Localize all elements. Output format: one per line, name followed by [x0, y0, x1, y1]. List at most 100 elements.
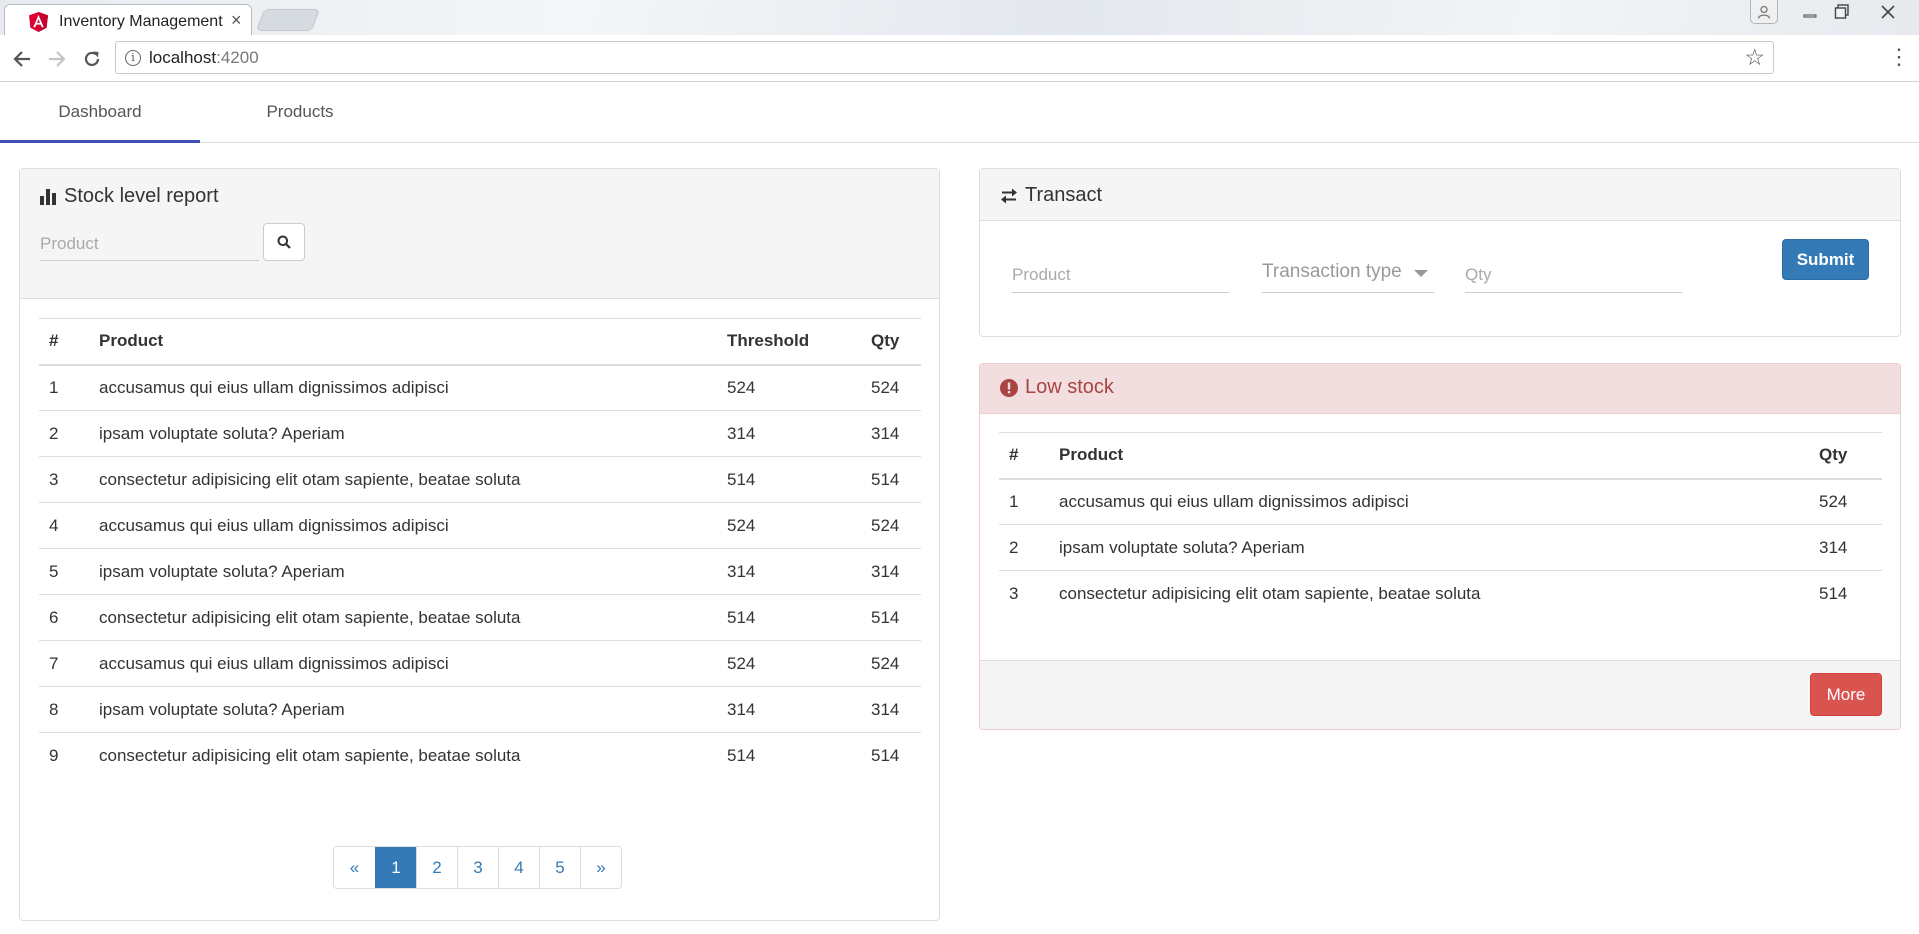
row-num: 6 [39, 594, 89, 641]
minimize-icon[interactable] [1795, 0, 1825, 24]
row-qty: 514 [861, 732, 921, 779]
page-next[interactable]: » [580, 847, 621, 888]
column-header-product: Product [89, 318, 717, 366]
table-row: 6 consectetur adipisicing elit otam sapi… [39, 594, 921, 641]
forward-arrow-icon[interactable] [43, 45, 71, 73]
browser-tabstrip: Inventory Management × [0, 0, 1919, 36]
search-icon [277, 235, 291, 249]
row-qty: 514 [861, 594, 921, 641]
row-num: 1 [49, 377, 59, 397]
more-button[interactable]: More [1810, 673, 1882, 716]
table-row: 4 accusamus qui eius ullam dignissimos a… [39, 502, 921, 549]
column-header-num: # [39, 318, 89, 366]
column-header-threshold: Threshold [717, 318, 861, 366]
row-threshold: 314 [717, 548, 861, 595]
restore-icon[interactable] [1827, 0, 1857, 24]
row-num: 9 [39, 732, 89, 779]
close-icon[interactable]: × [231, 10, 242, 31]
page-1[interactable]: 1 [375, 847, 416, 888]
transfer-icon [1001, 188, 1017, 203]
submit-button[interactable]: Submit [1782, 239, 1869, 280]
table-row: 1 accusamus qui eius ullam dignissimos a… [999, 479, 1882, 525]
transact-product-input[interactable] [1012, 257, 1229, 293]
app-nav: Dashboard Products [0, 83, 1919, 143]
row-num: 2 [999, 524, 1049, 571]
row-threshold: 314 [717, 410, 861, 457]
window-close-icon[interactable] [1870, 0, 1906, 24]
column-header-qty: Qty [861, 318, 921, 366]
bookmark-star-icon[interactable]: ☆ [1744, 44, 1765, 71]
row-product: ipsam voluptate soluta? Aperiam [1049, 524, 1809, 571]
table-row: 1 accusamus qui eius ullam dignissimos a… [39, 365, 921, 411]
row-qty: 514 [861, 456, 921, 503]
back-arrow-icon[interactable] [8, 45, 36, 73]
new-tab-button[interactable] [255, 9, 321, 31]
row-qty: 314 [861, 410, 921, 457]
profile-icon[interactable] [1750, 0, 1778, 24]
browser-tab[interactable]: Inventory Management × [4, 4, 252, 36]
page-5[interactable]: 5 [539, 847, 580, 888]
transact-panel-title-text: Transact [1025, 184, 1103, 206]
table-row: 2 ipsam voluptate soluta? Aperiam 314 31… [39, 410, 921, 457]
row-threshold: 514 [717, 456, 861, 503]
row-product: ipsam voluptate soluta? Aperiam [89, 410, 717, 457]
row-qty: 524 [861, 640, 921, 687]
stock-table: # Product Threshold Qty 1 accusamus qui … [39, 318, 921, 779]
stock-panel-heading: Stock level report [20, 169, 939, 299]
row-threshold: 524 [717, 640, 861, 687]
table-row: 8 ipsam voluptate soluta? Aperiam 314 31… [39, 686, 921, 733]
transact-panel-title: Transact [1000, 184, 1102, 207]
page-3[interactable]: 3 [457, 847, 498, 888]
low-stock-title-text: Low stock [1025, 376, 1114, 398]
row-num: 2 [39, 410, 89, 457]
row-product: consectetur adipisicing elit otam sapien… [89, 732, 717, 779]
page-4[interactable]: 4 [498, 847, 539, 888]
stock-panel-title-text: Stock level report [64, 185, 219, 207]
table-row: 2 ipsam voluptate soluta? Aperiam 314 [999, 524, 1882, 571]
tab-dashboard[interactable]: Dashboard [0, 83, 200, 143]
table-row: 9 consectetur adipisicing elit otam sapi… [39, 732, 921, 779]
row-product: accusamus qui eius ullam dignissimos adi… [89, 640, 717, 687]
page-2[interactable]: 2 [416, 847, 457, 888]
transact-panel: Transact Transaction type Submit [979, 168, 1901, 337]
low-stock-heading: Low stock [980, 364, 1900, 414]
row-num: 5 [39, 548, 89, 595]
low-stock-table: # Product Qty 1 accusamus qui eius ullam… [999, 432, 1882, 617]
row-product: consectetur adipisicing elit otam sapien… [89, 594, 717, 641]
row-qty: 314 [861, 548, 921, 595]
table-row: 3 consectetur adipisicing elit otam sapi… [39, 456, 921, 503]
exclamation-circle-icon [1000, 378, 1018, 397]
url-text: localhost:4200 [149, 48, 259, 67]
page-prev[interactable]: « [334, 847, 375, 888]
transact-qty-input[interactable] [1465, 257, 1682, 293]
transact-panel-heading: Transact [980, 169, 1900, 221]
table-row: 5 ipsam voluptate soluta? Aperiam 314 31… [39, 548, 921, 595]
reload-icon[interactable] [78, 45, 106, 73]
table-row: 3 consectetur adipisicing elit otam sapi… [999, 570, 1882, 617]
info-icon[interactable]: i [125, 50, 141, 66]
transaction-type-select[interactable]: Transaction type [1262, 257, 1434, 293]
caret-down-icon [1414, 270, 1428, 277]
row-num: 7 [39, 640, 89, 687]
row-product: ipsam voluptate soluta? Aperiam [89, 548, 717, 595]
browser-menu-icon[interactable]: ⋮ [1888, 43, 1910, 71]
row-qty: 314 [1809, 524, 1882, 571]
browser-tab-title: Inventory Management [59, 13, 223, 30]
stock-search-input[interactable] [40, 227, 259, 261]
row-num: 8 [39, 686, 89, 733]
row-threshold: 524 [727, 377, 756, 397]
browser-toolbar: i localhost:4200 ☆ ⋮ [0, 35, 1919, 82]
row-product: accusamus qui eius ullam dignissimos adi… [99, 377, 449, 397]
row-product: ipsam voluptate soluta? Aperiam [89, 686, 717, 733]
search-button[interactable] [263, 223, 305, 261]
row-qty: 524 [861, 502, 921, 549]
table-row: 7 accusamus qui eius ullam dignissimos a… [39, 640, 921, 687]
address-bar[interactable]: i localhost:4200 ☆ [115, 41, 1774, 74]
tab-products[interactable]: Products [200, 83, 400, 143]
transaction-type-placeholder: Transaction type [1262, 261, 1402, 282]
row-num: 1 [1009, 491, 1019, 511]
low-stock-title: Low stock [1000, 376, 1114, 399]
row-threshold: 514 [717, 732, 861, 779]
column-header-qty: Qty [1809, 432, 1882, 480]
stock-level-panel: Stock level report # Product Threshold Q… [19, 168, 940, 921]
